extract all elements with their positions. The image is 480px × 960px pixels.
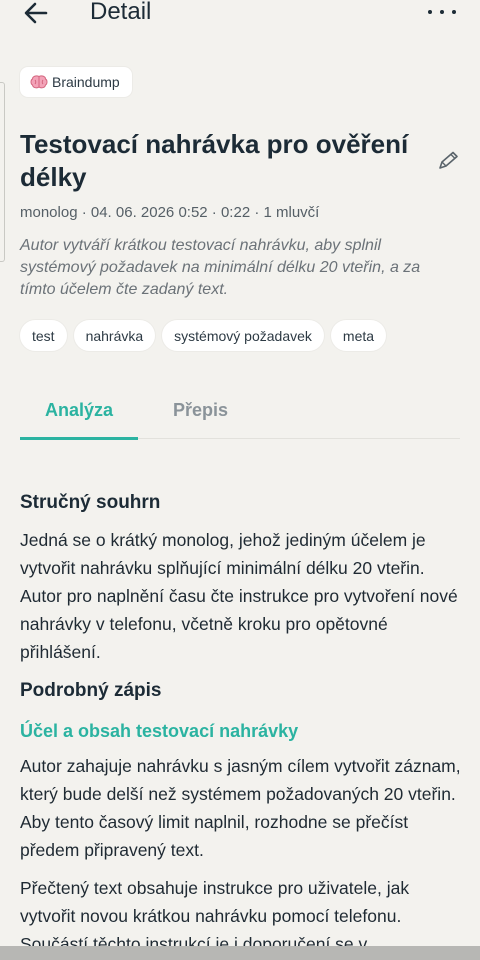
- tag-chip[interactable]: meta: [330, 320, 387, 351]
- tab-prepis[interactable]: Přepis: [173, 400, 228, 421]
- top-app-bar: Detail: [0, 0, 480, 30]
- detail-paragraph: Autor zahajuje nahrávku s jasným cílem v…: [20, 756, 461, 860]
- section-heading: Účel a obsah testovací nahrávky: [20, 721, 299, 741]
- note-summary: Autor vytváří krátkou testovací nahrávku…: [20, 237, 421, 298]
- tag-chip[interactable]: systémový požadavek: [162, 320, 324, 351]
- folder-chip-label: Braindump: [52, 74, 120, 90]
- active-tab-indicator: [20, 437, 138, 440]
- side-edge-handle: [0, 82, 5, 262]
- short-summary-heading: Stručný souhrn: [20, 492, 161, 513]
- tag-chip[interactable]: test: [20, 320, 67, 351]
- tab-analyza[interactable]: Analýza: [45, 400, 113, 421]
- pencil-icon[interactable]: [436, 150, 460, 172]
- screen-title: Detail: [90, 0, 152, 25]
- more-horizontal-icon[interactable]: [428, 10, 456, 16]
- arrow-left-icon[interactable]: [22, 0, 50, 26]
- short-summary-text: Jedná se o krátký monolog, jehož jediným…: [20, 530, 458, 662]
- analysis-content: Stručný souhrn Jedná se o krátký monolog…: [20, 490, 464, 958]
- brain-icon: [30, 75, 48, 89]
- note-title: Testovací nahrávka pro ověření délky: [20, 129, 409, 192]
- note-meta: monolog · 04. 06. 2026 0:52 · 0:22 · 1 m…: [20, 204, 320, 221]
- folder-chip[interactable]: Braindump: [20, 67, 132, 97]
- tag-list: test nahrávka systémový požadavek meta: [20, 320, 393, 351]
- tag-chip[interactable]: nahrávka: [73, 320, 156, 351]
- tab-bar: Analýza Přepis: [20, 390, 460, 440]
- system-navigation-bar: [0, 946, 480, 960]
- detail-heading: Podrobný zápis: [20, 680, 162, 701]
